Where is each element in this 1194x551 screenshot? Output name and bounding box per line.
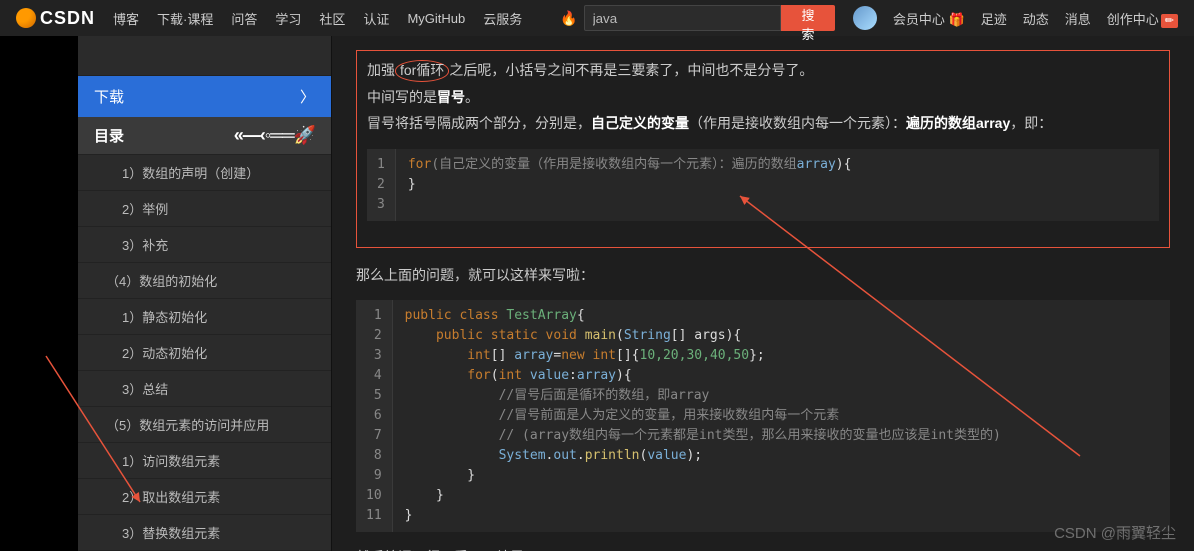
code-body[interactable]: for(自己定义的变量（作用是接收数组内每一个元素）：遍历的数组array){} (396, 149, 864, 221)
code-body[interactable]: public class TestArray{ public static vo… (393, 300, 1013, 532)
toc-item[interactable]: （5）数组元素的访问并应用 (78, 407, 331, 443)
code-block-2: 1234567891011 public class TestArray{ pu… (356, 300, 1170, 532)
article-content: 加强for循环之后呢，小括号之间不再是三要素了，中间也不是分号了。 中间写的是冒… (332, 36, 1194, 551)
fire-icon: 🔥 (560, 10, 577, 27)
left-gutter (0, 36, 78, 551)
logo[interactable]: CSDN (16, 8, 95, 29)
pen-icon: ✏ (1161, 14, 1178, 28)
toc-item[interactable]: 2）动态初始化 (78, 335, 331, 371)
nav-cert[interactable]: 认证 (363, 9, 389, 28)
search-input[interactable] (584, 5, 782, 31)
top-navigation: CSDN 博客 下载·课程 问答 学习 社区 认证 MyGitHub 云服务 🔥… (0, 0, 1194, 36)
sidebar: 下载 〉 目录 «—‹◦══🚀 1）数组的声明（创建）2）举例3）补充（4）数组… (78, 36, 332, 551)
code-block-1: 123 for(自己定义的变量（作用是接收数组内每一个元素）：遍历的数组arra… (367, 149, 1159, 221)
nav-community[interactable]: 社区 (319, 9, 345, 28)
sidebar-spacer (78, 36, 331, 76)
toc-item[interactable]: 3）替换数组元素 (78, 515, 331, 551)
main-layout: 下载 〉 目录 «—‹◦══🚀 1）数组的声明（创建）2）举例3）补充（4）数组… (0, 36, 1194, 551)
chevron-right-icon: 〉 (300, 86, 315, 107)
line-gutter: 1234567891011 (356, 300, 393, 532)
highlight-box: 加强for循环之后呢，小括号之间不再是三要素了，中间也不是分号了。 中间写的是冒… (356, 50, 1170, 248)
nav-vip[interactable]: 会员中心 🎁 (893, 9, 965, 28)
toc-item[interactable]: 1）访问数组元素 (78, 443, 331, 479)
search-button[interactable]: 搜索 (781, 5, 835, 31)
paragraph-3: 冒号将括号隔成两个部分，分别是，自己定义的变量（作用是接收数组内每一个元素）：遍… (367, 110, 1159, 137)
toc-item[interactable]: 2）取出数组元素 (78, 479, 331, 515)
toc-item[interactable]: 1）数组的声明（创建） (78, 155, 331, 191)
nav-cloud[interactable]: 云服务 (483, 9, 522, 28)
toc-item[interactable]: 2）举例 (78, 191, 331, 227)
nav-footprint[interactable]: 足迹 (981, 9, 1007, 28)
sidebar-catalog-header: 目录 «—‹◦══🚀 (78, 117, 331, 155)
sidebar-download[interactable]: 下载 〉 (78, 76, 331, 117)
paragraph-1: 加强for循环之后呢，小括号之间不再是三要素了，中间也不是分号了。 (367, 57, 1159, 84)
toc-item[interactable]: 1）静态初始化 (78, 299, 331, 335)
paragraph-5: 然后编译运行，看一下结果： (356, 544, 1170, 551)
catalog-label: 目录 (94, 125, 124, 146)
paragraph-4: 那么上面的问题，就可以这样来写啦： (356, 262, 1170, 289)
gift-icon: 🎁 (949, 12, 965, 27)
nav-download[interactable]: 下载·课程 (157, 9, 213, 28)
nav-blog[interactable]: 博客 (113, 9, 139, 28)
nav-create[interactable]: 创作中心✏ (1107, 9, 1178, 28)
nav-right: 会员中心 🎁 足迹 动态 消息 创作中心✏ (853, 6, 1178, 30)
paragraph-2: 中间写的是冒号。 (367, 84, 1159, 111)
line-gutter: 123 (367, 149, 396, 221)
nav-activity[interactable]: 动态 (1023, 9, 1049, 28)
logo-icon (16, 8, 36, 28)
avatar[interactable] (853, 6, 877, 30)
toc-item[interactable]: 3）总结 (78, 371, 331, 407)
download-label: 下载 (94, 86, 124, 107)
ellipse-annotation: for循环 (395, 60, 449, 82)
toc-item[interactable]: 3）补充 (78, 227, 331, 263)
nav-learn[interactable]: 学习 (275, 9, 301, 28)
nav-github[interactable]: MyGitHub (407, 11, 465, 26)
search-wrap: 🔥 搜索 (560, 5, 835, 31)
nav-qa[interactable]: 问答 (231, 9, 257, 28)
toc-item[interactable]: （4）数组的初始化 (78, 263, 331, 299)
toc-list: 1）数组的声明（创建）2）举例3）补充（4）数组的初始化1）静态初始化2）动态初… (78, 155, 331, 551)
nav-message[interactable]: 消息 (1065, 9, 1091, 28)
rocket-icon: «—‹◦══🚀 (234, 125, 315, 146)
